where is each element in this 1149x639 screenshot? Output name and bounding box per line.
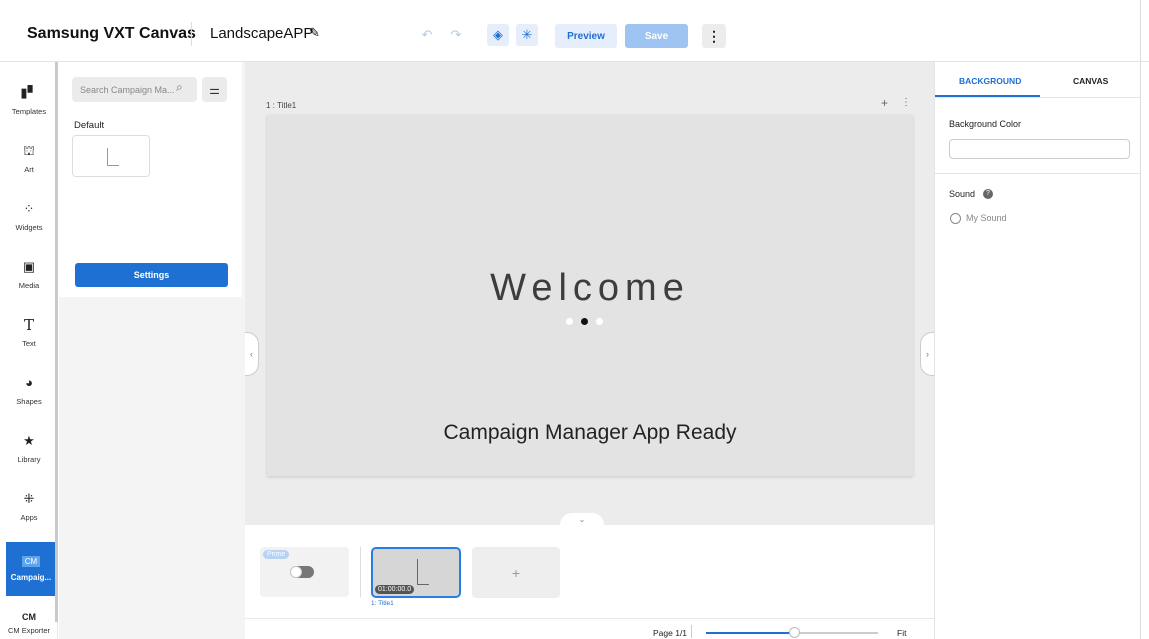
background-color-label: Background Color — [949, 119, 1022, 129]
nav-label: Widgets — [15, 222, 43, 232]
footer-divider — [245, 618, 934, 619]
library-icon: ★ — [23, 432, 35, 448]
collapse-left-icon[interactable]: ‹ — [245, 332, 259, 376]
nav-label: Shapes — [16, 396, 42, 406]
nav-item-cm-exporter[interactable]: CM CM Exporter — [0, 604, 58, 639]
nav-item-art[interactable]: ⛫ Art — [0, 130, 58, 186]
left-nav: ▮▘ Templates ⛫ Art ⁘ Widgets ▣ Media T T… — [0, 62, 58, 639]
project-name[interactable]: LandscapeAPP — [210, 25, 313, 42]
nav-label: Library — [17, 454, 41, 464]
top-bar: Samsung VXT Canvas LandscapeAPP ✎ ↶ ↷ ◈ … — [0, 0, 1149, 62]
slide-label: 1 : Title1 — [266, 101, 297, 110]
zoom-slider-track[interactable] — [794, 632, 878, 634]
add-slide-icon[interactable]: + — [881, 96, 888, 110]
my-sound-label[interactable]: My Sound — [966, 213, 1007, 223]
nav-label: Art — [24, 164, 34, 174]
zoom-slider-fill[interactable] — [706, 632, 794, 634]
title-divider — [191, 22, 192, 46]
nav-item-campaign-manager[interactable]: CM Campaig... — [6, 542, 56, 596]
page-indicator: Page 1/1 — [653, 628, 688, 638]
slide-thumbnail[interactable]: 01:00:00.0 — [371, 547, 461, 598]
settings-button[interactable]: Settings — [75, 263, 228, 287]
art-icon: ⛫ — [23, 142, 35, 158]
tab-divider — [935, 97, 1141, 98]
prime-badge: Prime — [263, 550, 290, 559]
nav-item-apps[interactable]: ⁜ Apps — [0, 478, 58, 534]
timeline: Prime 01:00:00.0 1: Title1 + Page 1/1 Fi… — [245, 525, 934, 639]
nav-item-templates[interactable]: ▮▘ Templates — [0, 72, 58, 128]
nav-label: Media — [18, 280, 40, 290]
edit-pencil-icon[interactable]: ✎ — [309, 25, 320, 41]
subtitle-text[interactable]: Campaign Manager App Ready — [267, 421, 913, 445]
slide-thumbnail-label: 1: Title1 — [371, 600, 394, 607]
cm-exporter-icon: CM — [22, 611, 36, 622]
slide-more-icon[interactable]: ⋮ — [901, 97, 911, 108]
default-label: Default — [74, 120, 105, 131]
properties-panel: BACKGROUND CANVAS Background Color Sound… — [934, 62, 1141, 639]
window-edge — [1140, 0, 1141, 639]
carousel-dots — [566, 318, 603, 325]
app-title: Samsung VXT Canvas — [27, 25, 196, 42]
collapse-right-icon[interactable]: › — [920, 332, 934, 376]
more-options-icon[interactable]: ⋮ — [702, 24, 726, 48]
toggle-knob — [290, 566, 302, 578]
nav-item-library[interactable]: ★ Library — [0, 420, 58, 476]
nav-scrollbar[interactable] — [55, 62, 58, 622]
timeline-divider — [360, 547, 361, 597]
nav-label: Campaig... — [10, 573, 52, 582]
undo-icon[interactable]: ↶ — [416, 24, 438, 46]
search-icon[interactable]: ⌕ — [176, 80, 183, 95]
tab-background[interactable]: BACKGROUND — [959, 76, 1021, 86]
sound-label: Sound — [949, 189, 976, 199]
redo-icon[interactable]: ↷ — [445, 24, 467, 46]
section-divider — [935, 173, 1141, 174]
campaign-panel-content: Search Campaign Ma... ⌕ ⚌ Default Settin… — [59, 62, 242, 297]
nav-item-widgets[interactable]: ⁘ Widgets — [0, 188, 58, 244]
help-icon[interactable]: ? — [983, 189, 993, 199]
cm-icon: CM — [21, 556, 41, 567]
my-sound-radio[interactable] — [950, 213, 961, 224]
page-divider — [691, 625, 692, 638]
slide-duration: 01:00:00.0 — [375, 585, 415, 594]
carousel-dot — [596, 318, 603, 325]
magic-wand-icon[interactable]: ✳ — [516, 24, 538, 46]
nav-label: Text — [22, 338, 36, 348]
tab-canvas[interactable]: CANVAS — [1073, 76, 1108, 86]
shapes-icon: ◕ — [25, 374, 33, 390]
slide-preview-icon — [417, 559, 429, 585]
prime-card[interactable]: Prime — [260, 547, 349, 597]
add-slide-button[interactable]: + — [472, 547, 560, 598]
background-color-field[interactable] — [949, 139, 1130, 159]
template-preview-icon — [107, 148, 119, 166]
prime-toggle[interactable] — [290, 566, 314, 578]
nav-label: Apps — [20, 512, 38, 522]
apps-icon: ⁜ — [23, 490, 35, 506]
templates-icon: ▮▘ — [20, 84, 38, 100]
fit-button[interactable]: Fit — [897, 628, 906, 638]
slide-canvas[interactable]: Welcome Campaign Manager App Ready — [267, 115, 913, 476]
text-icon: T — [23, 315, 34, 334]
widgets-icon: ⁘ — [23, 200, 35, 216]
nav-item-shapes[interactable]: ◕ Shapes — [0, 362, 58, 418]
nav-label: Templates — [11, 106, 47, 116]
filter-icon[interactable]: ⚌ — [202, 77, 227, 102]
layers-icon[interactable]: ◈ — [487, 24, 509, 46]
carousel-dot-active — [581, 318, 588, 325]
default-template-thumbnail[interactable] — [72, 135, 150, 177]
preview-button[interactable]: Preview — [555, 24, 617, 48]
nav-item-media[interactable]: ▣ Media — [0, 246, 58, 302]
nav-item-text[interactable]: T Text — [0, 304, 58, 360]
canvas-area: 1 : Title1 + ⋮ Welcome Campaign Manager … — [245, 62, 934, 527]
nav-label: CM Exporter — [7, 625, 51, 635]
campaign-panel: Search Campaign Ma... ⌕ ⚌ Default Settin… — [59, 62, 245, 639]
welcome-text[interactable]: Welcome — [267, 267, 913, 310]
carousel-dot — [566, 318, 573, 325]
save-button[interactable]: Save — [625, 24, 688, 48]
media-icon: ▣ — [22, 258, 36, 274]
zoom-slider-handle[interactable] — [789, 627, 800, 638]
